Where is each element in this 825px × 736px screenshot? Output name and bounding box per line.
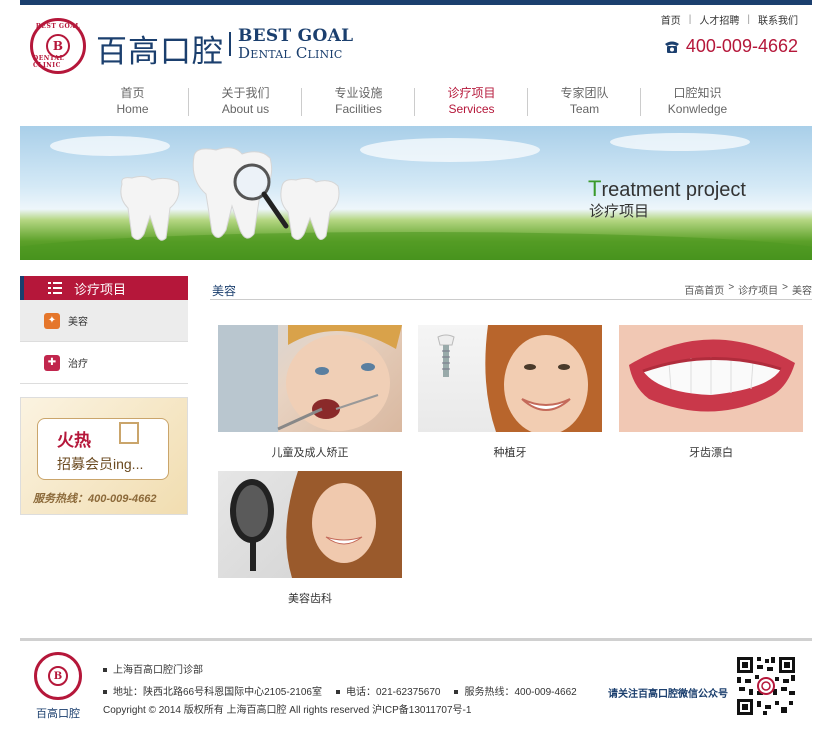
banner-subtitle: 诊疗项目 (589, 203, 650, 220)
nav-label-cn: 口腔知识 (673, 86, 722, 100)
top-links: 首页 | 人才招聘 | 联系我们 (661, 12, 798, 27)
nav-label-en: Services (448, 102, 495, 116)
banner-title: Treatment project (588, 176, 746, 202)
footer-wechat-prompt: 请关注百高口腔微信公众号 (608, 689, 728, 700)
card-photo[interactable] (218, 471, 402, 578)
footer-divider (20, 638, 812, 641)
banner-title-rest: reatment project (601, 179, 746, 201)
breadcrumb: 百高首页 > 诊疗项目 > 美容 (684, 282, 812, 297)
card-caption[interactable]: 美容齿科 (218, 590, 402, 606)
card-caption[interactable]: 牙齿漂白 (619, 444, 803, 460)
woman-mirror-illustration (230, 471, 402, 578)
sidebar-item-treatment[interactable]: ✚ 治疗 (20, 342, 188, 384)
brand-name-en-2: Dental Clinic (238, 44, 343, 62)
phone-number: 400-009-4662 (685, 36, 798, 56)
phone-hotline: 400-009-4662 (664, 36, 798, 57)
card-photo[interactable] (218, 325, 402, 432)
nav-item-home[interactable]: 首页 Home (76, 86, 189, 118)
sidebar-heading: 诊疗项目 (20, 276, 188, 300)
nav-item-facilities[interactable]: 专业设施 Facilities (302, 86, 415, 118)
nav-label-en: Home (116, 102, 149, 116)
sidebar-item-label: 美容 (68, 317, 88, 328)
sidebar-item-cosmetic[interactable]: ✦ 美容 (20, 300, 188, 342)
nav-label-en: Team (569, 102, 600, 116)
brand-logo-seal[interactable]: BEST GOAL B DENTAL CLINIC (30, 18, 86, 74)
nav-item-knowledge[interactable]: 口腔知识 Konwledge (641, 86, 754, 118)
footer-logo-seal: B (34, 652, 82, 700)
footer-address: 地址：陕西北路66号科恩国际中心2105-2106室 (113, 687, 322, 698)
sparkle-icon: ✦ (44, 312, 60, 329)
dental-implant-illustration (437, 325, 602, 432)
sidebar-heading-label: 诊疗项目 (74, 281, 127, 297)
promo-hotline: 服务热线：400-009-4662 (33, 493, 157, 505)
nav-label-en: About us (221, 102, 270, 116)
wechat-qr-code[interactable] (735, 655, 797, 717)
nav-item-about[interactable]: 关于我们 About us (189, 86, 302, 118)
footer-tel: 电话：021-62375670 (345, 687, 441, 698)
seal-bottom-text: DENTAL CLINIC (33, 55, 65, 69)
breadcrumb-home[interactable]: 百高首页 (684, 282, 724, 297)
nav-label-cn: 首页 (120, 86, 145, 100)
sidebar-item-label: 治疗 (68, 359, 88, 370)
top-accent-bar (20, 0, 812, 5)
toplink-home[interactable]: 首页 (661, 12, 681, 27)
nav-item-team[interactable]: 专家团队 Team (528, 86, 641, 118)
toplink-separator: | (747, 14, 750, 25)
main-nav: 首页 Home 关于我们 About us 专业设施 Facilities 诊疗… (76, 86, 754, 118)
nav-label-cn: 专业设施 (334, 86, 383, 100)
seal-top-text: BEST GOAL (35, 23, 81, 30)
toplink-careers[interactable]: 人才招聘 (699, 12, 739, 27)
card-caption[interactable]: 种植牙 (418, 444, 602, 460)
service-card-cosmetic-dentistry[interactable]: 美容齿科 (218, 471, 402, 606)
list-menu-icon (48, 282, 62, 294)
brand-name-en-1: Best Goal (238, 26, 354, 46)
membership-promo-banner[interactable]: 火热 招募会员ing... 服务热线：400-009-4662 (20, 397, 188, 515)
service-card-implant[interactable]: 种植牙 (418, 325, 602, 460)
footer-hotline: 服务热线：400-009-4662 (464, 687, 577, 698)
footer-copyright: Copyright © 2014 版权所有 上海百高口腔 All rights … (103, 705, 472, 716)
toplink-separator: | (688, 14, 692, 25)
footer-clinic-name: 上海百高口腔门诊部 (113, 665, 203, 676)
hero-banner: Treatment project 诊疗项目 (20, 126, 812, 260)
nav-label-cn: 诊疗项目 (447, 86, 496, 100)
gift-box-icon (119, 422, 139, 444)
service-card-orthodontics[interactable]: 儿童及成人矫正 (218, 325, 402, 460)
card-photo[interactable] (619, 325, 803, 432)
toplink-contact[interactable]: 联系我们 (758, 12, 798, 27)
nav-item-services[interactable]: 诊疗项目 Services (415, 86, 528, 118)
section-title: 美容 (212, 284, 237, 298)
footer-info: 上海百高口腔门诊部 地址：陕西北路66号科恩国际中心2105-2106室 电话：0… (103, 660, 577, 718)
dental-exam-illustration (218, 325, 402, 432)
content-header: 美容 百高首页 > 诊疗项目 > 美容 (210, 278, 812, 300)
nav-label-en: Konwledge (667, 102, 728, 116)
service-card-whitening[interactable]: 牙齿漂白 (619, 325, 803, 460)
breadcrumb-services[interactable]: 诊疗项目 (738, 282, 778, 297)
breadcrumb-current[interactable]: 美容 (792, 282, 812, 297)
footer-brand: 百高口腔 (36, 708, 80, 720)
telephone-icon (664, 41, 679, 53)
card-photo[interactable] (418, 325, 602, 432)
smile-teeth-illustration (619, 325, 803, 432)
nav-label-cn: 关于我们 (221, 86, 270, 100)
promo-recruit-text: 招募会员ing... (57, 456, 144, 472)
brand-divider (229, 32, 231, 56)
breadcrumb-separator: > (782, 282, 788, 293)
brand-name-cn[interactable]: 百高口腔 (96, 26, 224, 71)
banner-title-initial: T (588, 176, 602, 201)
nav-label-en: Facilities (335, 102, 382, 116)
footer-seal-monogram: B (48, 666, 68, 686)
card-caption[interactable]: 儿童及成人矫正 (218, 444, 402, 460)
promo-hot-text: 火热 (57, 431, 91, 450)
medical-kit-icon: ✚ (44, 354, 60, 371)
sidebar: 诊疗项目 ✦ 美容 ✚ 治疗 火热 招募会员ing... 服务热线：400-00… (20, 276, 188, 515)
breadcrumb-separator: > (728, 282, 735, 293)
nav-label-cn: 专家团队 (560, 86, 609, 100)
